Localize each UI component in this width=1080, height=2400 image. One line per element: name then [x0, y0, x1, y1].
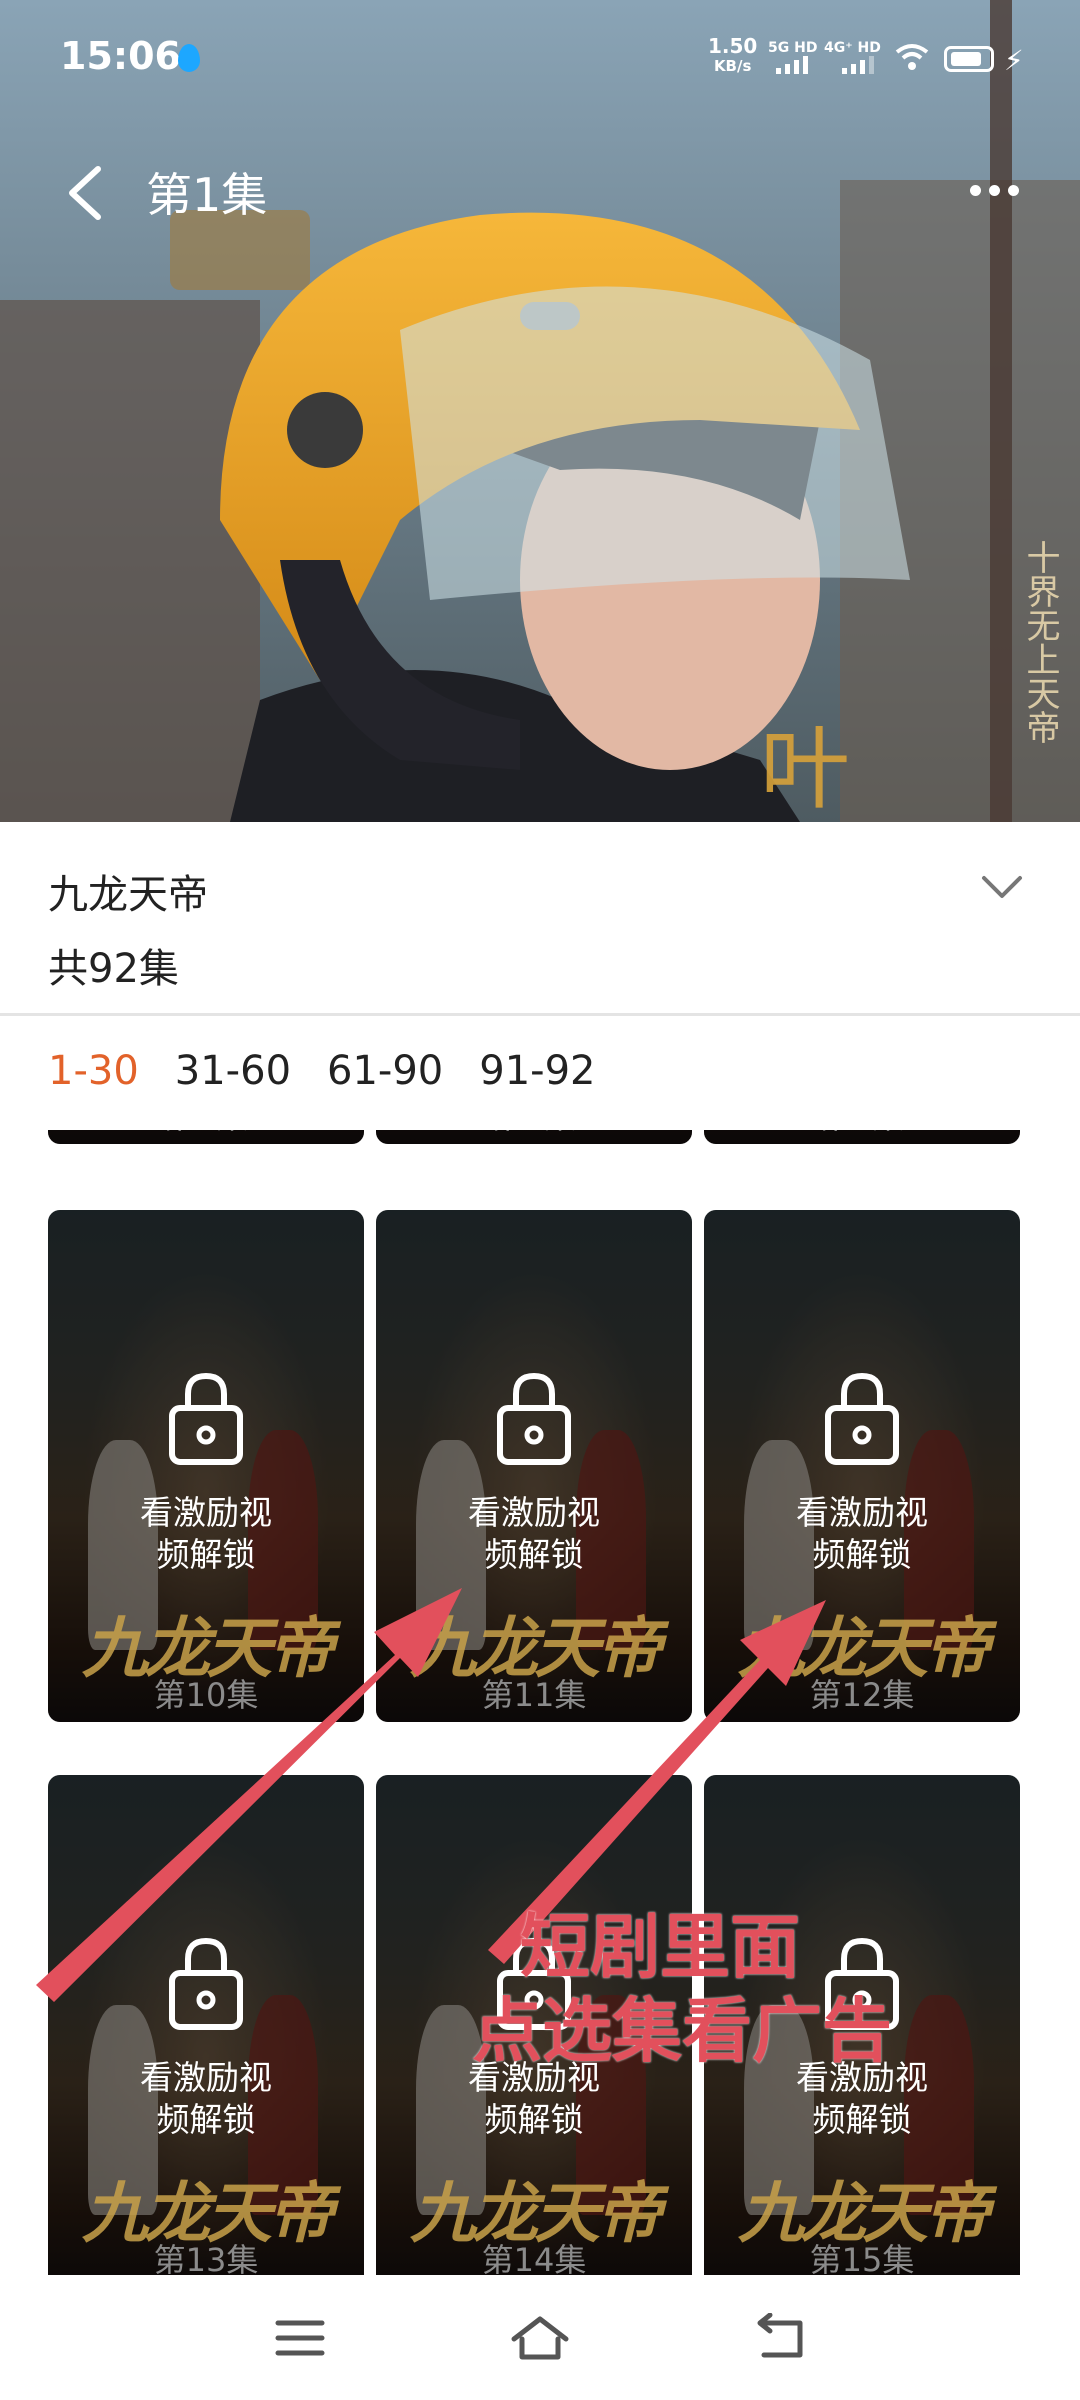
menu-icon[interactable]	[270, 2313, 330, 2363]
range-tab-91-92[interactable]: 91-92	[479, 1048, 595, 1094]
chevron-down-icon[interactable]	[980, 872, 1024, 902]
episode-label: 第11集	[481, 1676, 587, 1714]
unlock-hint: 看激励视 频解锁	[796, 1493, 928, 1574]
player-top-bar: 第1集	[0, 145, 1080, 235]
sim1-label: 5G HD	[768, 40, 818, 56]
episode-label: 第14集	[481, 2241, 587, 2275]
battery-icon	[944, 46, 994, 72]
notification-dot-icon	[178, 44, 200, 72]
svg-text:十界无上天帝: 十界无上天帝	[1020, 540, 1060, 744]
episode-card[interactable]: 看激励视 频解锁 九龙天帝 第13集	[48, 1775, 364, 2275]
unlock-hint: 看激励视 频解锁	[468, 1493, 600, 1574]
video-player[interactable]: 十界无上天帝 叶 15:06 1.50 KB/s 5G HD 4G⁺ HD ⚡ …	[0, 0, 1080, 822]
net-speed: 1.50 KB/s	[708, 36, 757, 76]
episode-label: 第8集	[376, 1130, 692, 1138]
net-speed-value: 1.50	[708, 34, 758, 58]
drama-title: 九龙天帝	[48, 872, 208, 918]
episode-title: 第1集	[146, 168, 268, 222]
status-bar: 15:06 1.50 KB/s 5G HD 4G⁺ HD ⚡	[0, 0, 1080, 110]
annotation-line1: 短剧里面	[520, 1906, 800, 1988]
episode-card[interactable]: 看激励视 频解锁 九龙天帝 第10集	[48, 1210, 364, 1722]
episode-label: 第12集	[809, 1676, 915, 1714]
divider	[0, 1013, 1080, 1016]
video-frame: 十界无上天帝 叶	[0, 0, 1080, 822]
signal-5g-icon	[776, 56, 808, 74]
charging-icon: ⚡	[1004, 44, 1024, 77]
lock-icon	[497, 1372, 571, 1465]
back-arrow-icon[interactable]	[60, 163, 110, 223]
episode-label: 第15集	[809, 2241, 915, 2275]
episode-card-partial[interactable]: 第9集	[704, 1130, 1020, 1144]
lock-icon	[825, 1372, 899, 1465]
system-nav-bar	[0, 2275, 1080, 2400]
episode-card-partial[interactable]: 第8集	[376, 1130, 692, 1144]
unlock-hint: 看激励视 频解锁	[140, 2058, 272, 2139]
wifi-icon	[895, 44, 929, 70]
sim2-label: 4G⁺ HD	[824, 40, 881, 56]
signal-4g-icon	[842, 56, 874, 74]
range-tab-61-90[interactable]: 61-90	[327, 1048, 443, 1094]
unlock-hint: 看激励视 频解锁	[140, 1493, 272, 1574]
annotation-text: 短剧里面 点选集看广告	[472, 1905, 892, 2073]
more-options-icon[interactable]	[970, 185, 1019, 196]
episode-range-tabs: 1-30 31-60 61-90 91-92	[48, 1048, 595, 1094]
home-icon[interactable]	[510, 2313, 570, 2363]
episode-card[interactable]: 看激励视 频解锁 九龙天帝 第12集	[704, 1210, 1020, 1722]
status-time: 15:06	[60, 34, 181, 78]
episode-label: 第13集	[153, 2241, 259, 2275]
episode-label: 第7集	[48, 1130, 364, 1138]
lock-icon	[169, 1372, 243, 1465]
svg-text:叶: 叶	[760, 717, 850, 822]
back-icon[interactable]	[752, 2313, 812, 2363]
range-tab-31-60[interactable]: 31-60	[175, 1048, 291, 1094]
range-tab-1-30[interactable]: 1-30	[48, 1048, 139, 1094]
episode-label: 第9集	[704, 1130, 1020, 1138]
episode-card-partial[interactable]: 第7集	[48, 1130, 364, 1144]
episode-label: 第10集	[153, 1676, 259, 1714]
lock-icon	[169, 1937, 243, 2030]
episode-card[interactable]: 看激励视 频解锁 九龙天帝 第11集	[376, 1210, 692, 1722]
drama-info: 九龙天帝 共92集	[0, 822, 1080, 1012]
episode-grid: 第7集 第8集 第9集 看激励视频解锁 九龙天帝 第10集 看激励视频解锁 九龙…	[0, 1130, 1080, 2275]
net-speed-unit: KB/s	[713, 57, 752, 75]
annotation-line2: 点选集看广告	[472, 1990, 892, 2072]
episode-count: 共92集	[48, 946, 179, 992]
